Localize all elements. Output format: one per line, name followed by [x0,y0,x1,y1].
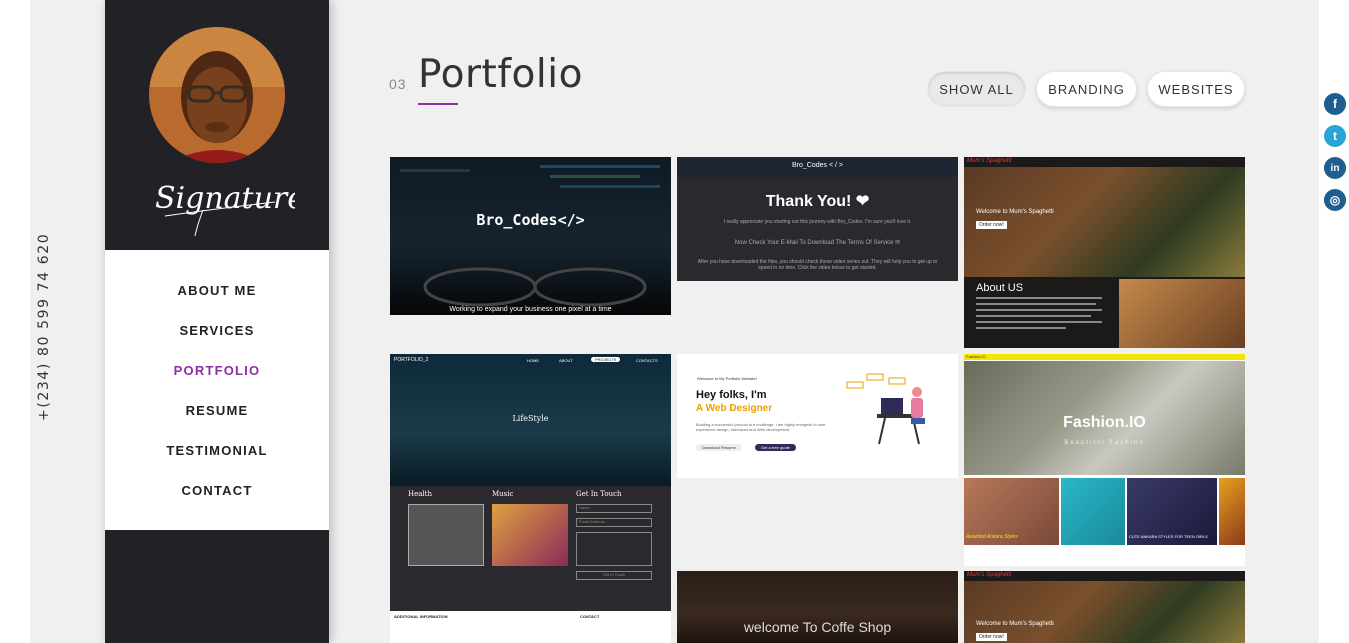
menu-item-about-me[interactable]: ABOUT ME [105,283,329,298]
portfolio-tile-thank-you[interactable]: Bro_Codes < / > Thank You! ❤ I really ap… [677,157,958,281]
portfolio-tile-web-designer[interactable]: Welcome to My Portfolio Website! Hey fol… [677,354,958,478]
sidebar: Signature ABOUT ME SERVICES PORTFOLIO RE… [105,0,329,643]
filter-show-all-button[interactable]: SHOW ALL [927,71,1026,107]
tile-nav-about: ABOUT [559,358,573,363]
menu-item-services[interactable]: SERVICES [105,323,329,338]
tile-welcome: Welcome to Mum's Spaghetti [976,209,1054,215]
tile-small: Welcome to My Portfolio Website! [697,376,757,381]
tile-desc: Building a successful product is a chall… [696,422,826,432]
tile-about-text-lines [976,297,1102,329]
tile-email-field: Email Address [576,518,652,527]
tile-footer-info: ADDITIONAL INFORMATION [394,614,448,619]
tile-title: Bro_Codes</> [476,211,585,229]
tile-music-image [492,504,568,566]
tile-nav-projects: PROJECTS [591,357,621,362]
tile-photo-2 [1061,478,1125,545]
code-background-image [400,165,660,307]
tile-name-field: Name [576,504,652,513]
facebook-icon[interactable]: f [1324,93,1346,115]
tile-brand: Mum's Spaghetti [967,158,1012,164]
portfolio-tile-coffee-shop[interactable]: welcome To Coffe Shop [677,571,958,643]
tile-health: Health [408,490,432,498]
avatar-portrait [149,27,285,163]
designer-illustration [846,373,925,445]
tile-nav-contacts: CONTACTS [636,358,658,363]
twitter-icon[interactable]: t [1324,125,1346,147]
menu-item-testimonial[interactable]: TESTIMONIAL [105,443,329,458]
filter-websites-button[interactable]: WEBSITES [1147,71,1245,107]
tile-hero: LifeStyle [512,414,549,423]
tile-welcome: Welcome to Mum's Spaghetti [976,621,1054,627]
portfolio-tile-mums-spaghetti-2[interactable]: Mum's Spaghetti Welcome to Mum's Spaghet… [964,571,1245,643]
tile-message-field [576,532,652,566]
tile-title: welcome To Coffe Shop [743,619,892,635]
tile-health-image [408,504,484,566]
phone-number: +(234) 80 599 74 620 [30,233,56,425]
tile-subtitle: Beautiful Fashion [1064,440,1145,446]
tile-brand: PORTFOLIO_2 [394,357,429,363]
tile-order-button: Order now! [976,633,1007,641]
tile-btn-quote: Get a free quote [755,444,796,451]
tile-footer-contact: CONTACT [580,614,600,619]
tile-photo-4 [1219,478,1245,545]
portfolio-tile-fashion-io[interactable]: Fashion.IO Fashion.IO Beautiful Fashion … [964,354,1245,566]
signature-logo: Signature [155,181,295,237]
tile-brand: Mum's Spaghetti [967,572,1012,578]
page-title: Portfolio [418,52,583,97]
section-number: 03 [389,76,407,92]
phone-number-text: +(234) 80 599 74 620 [36,232,52,421]
portfolio-tile-bro-codes[interactable]: Bro_Codes</> Working to expand your busi… [390,157,671,315]
filter-branding-button[interactable]: BRANDING [1036,71,1137,107]
svg-text:Signature: Signature [155,181,295,216]
tile-nav-brand: Bro_Codes < / > [792,162,843,169]
main-menu: ABOUT ME SERVICES PORTFOLIO RESUME TESTI… [105,250,329,530]
tile-brand: Fashion.IO [966,354,986,359]
menu-item-resume[interactable]: RESUME [105,403,329,418]
tile-h1: Hey folks, I'm [696,389,767,401]
tile-photo [1119,279,1245,348]
menu-item-contact[interactable]: CONTACT [105,483,329,498]
tile-about: About US [976,282,1024,294]
instagram-icon[interactable]: ◎ [1324,189,1346,211]
portfolio-tile-mums-spaghetti[interactable]: Mum's Spaghetti Welcome to Mum's Spaghet… [964,157,1245,348]
tile-btn-resume: Download Resume [696,444,742,451]
tile-text-3: After you have downloaded the files, you… [697,259,938,271]
tile-tagline: Working to expand your business one pixe… [449,306,612,313]
tile-order-button: Order now! [976,221,1007,229]
tile-text-1: I really appreciate you starting out thi… [723,219,912,225]
tile-music: Music [492,490,514,498]
tile-heading: Thank You! ❤ [765,193,870,210]
title-underline [418,103,458,105]
avatar [149,27,285,163]
tile-text-2: Now Check Your E-Mail To Download The Te… [734,240,901,246]
tile-submit: Get In Touch [576,571,652,580]
tile-caption-2: CUTE ANKARA STYLES FOR TEEN GIRLS [1129,534,1208,539]
tile-title: Fashion.IO [1063,414,1146,431]
menu-item-portfolio[interactable]: PORTFOLIO [105,363,329,378]
tile-nav-home: HOME [527,358,539,363]
tile-caption-1: Awarded Ankara Styles [966,534,1018,540]
linkedin-icon[interactable]: in [1324,157,1346,179]
portfolio-tile-portfolio-2[interactable]: PORTFOLIO_2 HOME ABOUT PROJECTS CONTACTS… [390,354,671,643]
tile-contact: Get In Touch [576,490,622,498]
tile-h2: A Web Designer [696,403,773,414]
